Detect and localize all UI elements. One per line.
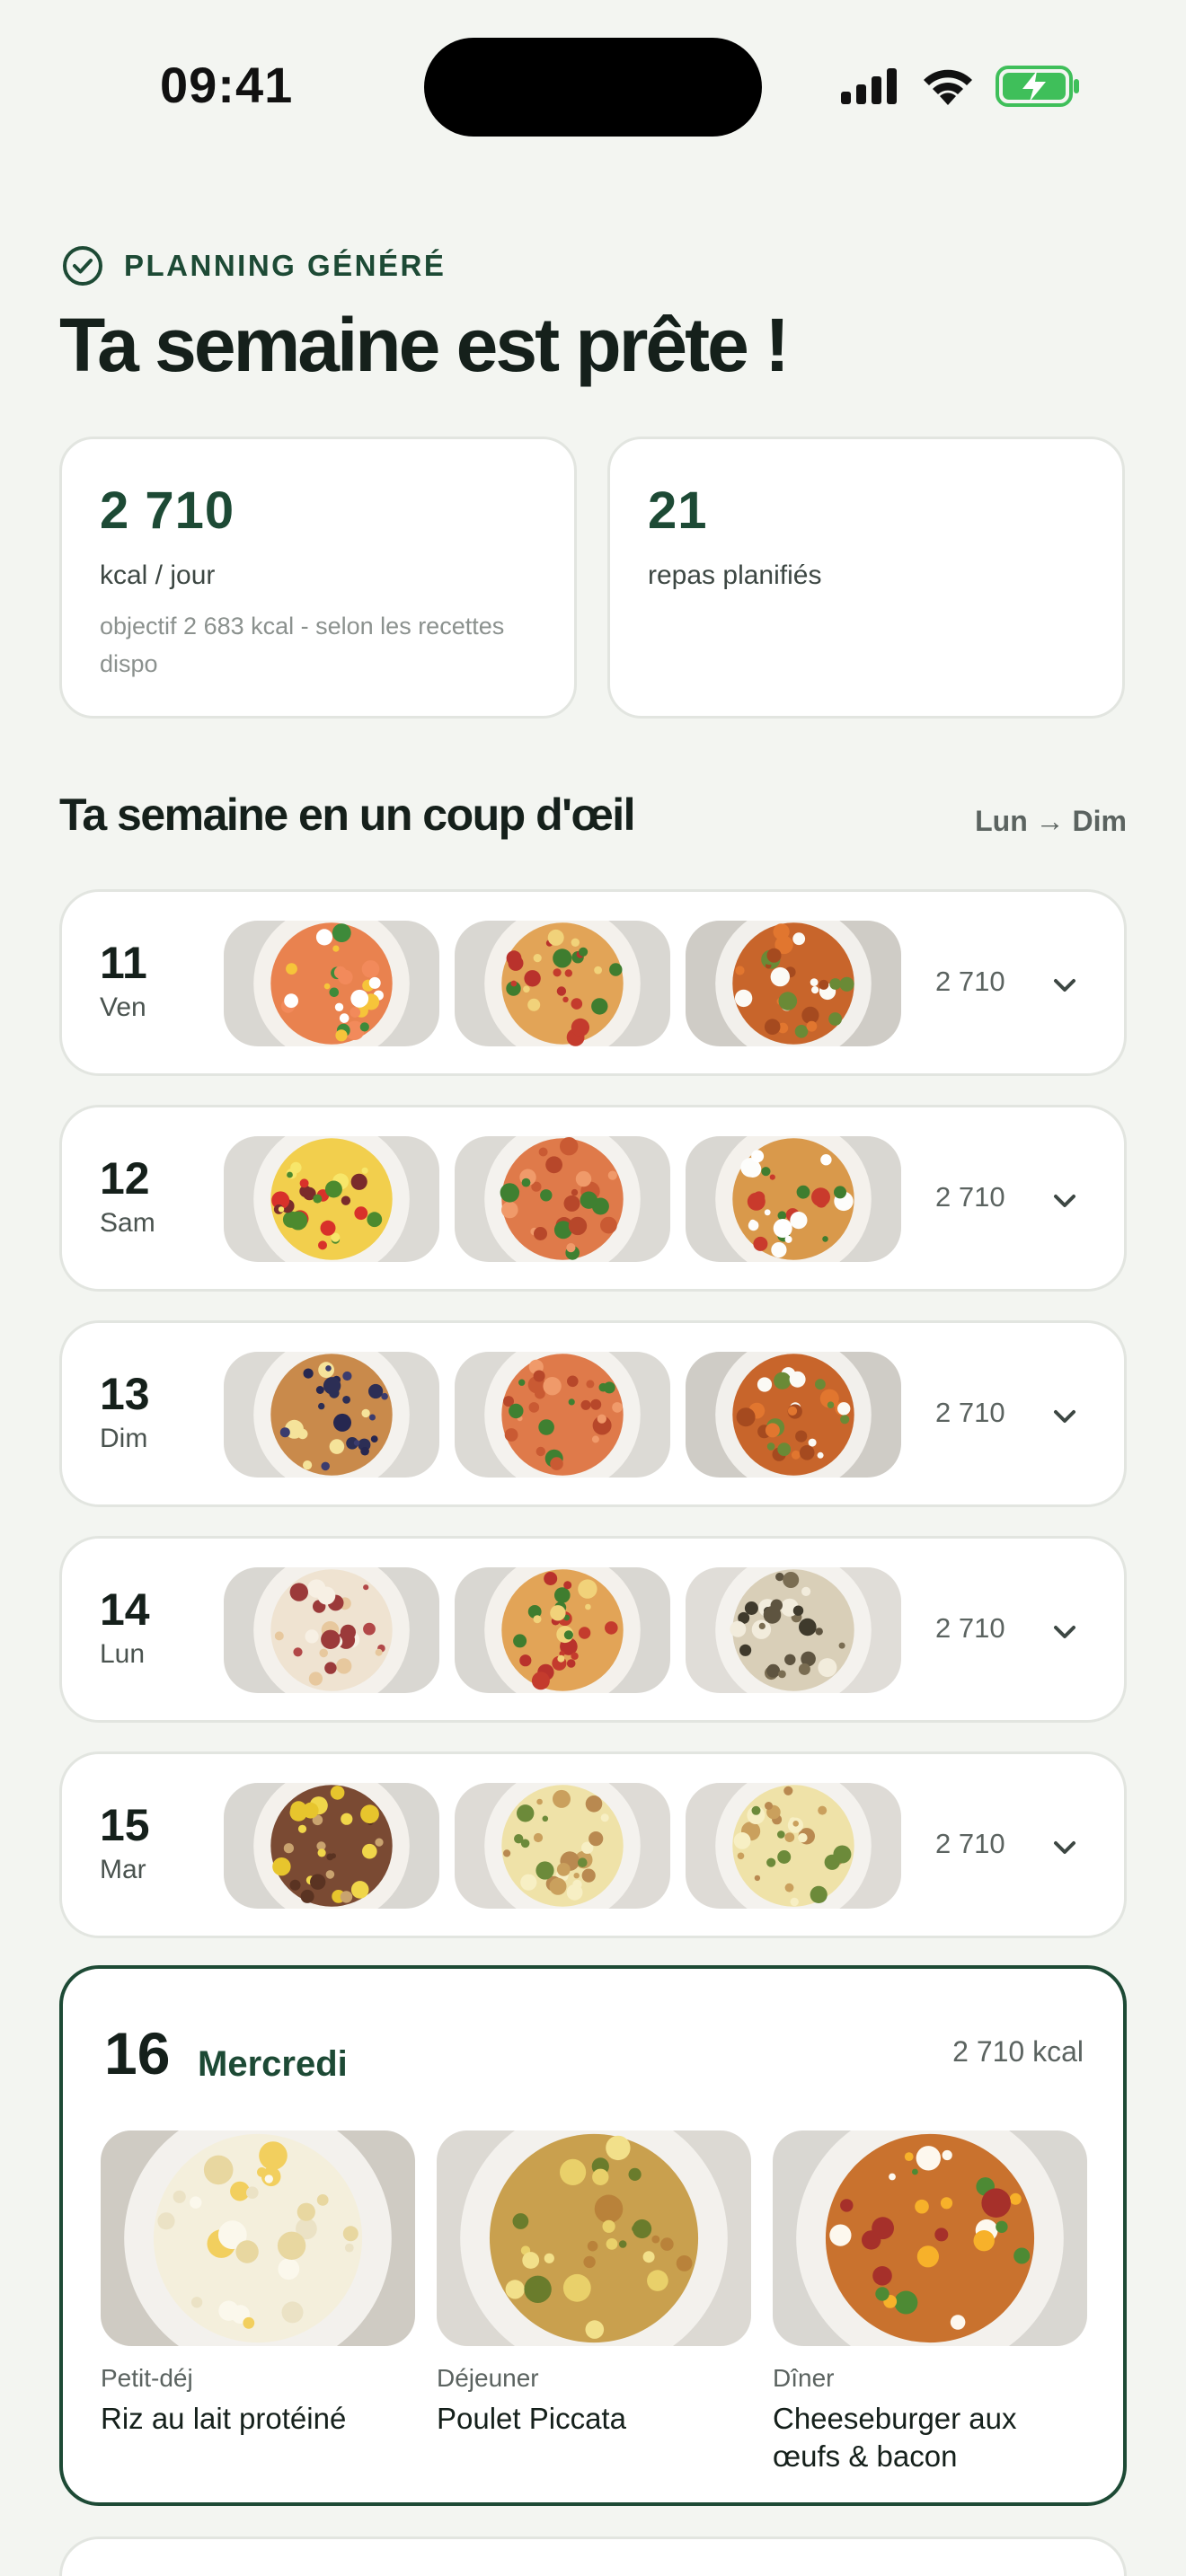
day-row-12[interactable]: 12 Sam 2 710 (59, 1105, 1127, 1292)
meal-title: Cheeseburger aux œufs & bacon (773, 2402, 1017, 2473)
meal-thumbnail (224, 1567, 439, 1693)
page-title: Ta semaine est prête ! (59, 303, 790, 387)
planning-generated-label: PLANNING GÉNÉRÉ (61, 244, 446, 287)
day-kcal: 2 710 (935, 966, 1005, 997)
expanded-day-number: 16 (104, 2020, 171, 2086)
meal-card-breakfast[interactable]: Petit-déj Riz au lait protéiné (101, 2130, 415, 2438)
kcal-value: 2 710 (100, 481, 235, 540)
day-row-11[interactable]: 11 Ven 2 710 (59, 889, 1127, 1076)
status-bar: 09:41 (0, 0, 1186, 162)
day-name: Lun (100, 1639, 146, 1669)
kcal-label: kcal / jour (100, 560, 216, 590)
meal-thumbnail (686, 1783, 901, 1909)
day-name: Ven (100, 992, 146, 1022)
day-number: 15 (100, 1800, 150, 1850)
meal-thumbnail (224, 1783, 439, 1909)
kcal-note: objectif 2 683 kcal - selon les recettes… (100, 613, 505, 677)
meal-title: Poulet Piccata (437, 2402, 626, 2435)
chevron-down-icon[interactable] (1049, 1185, 1081, 1217)
meals-label: repas planifiés (648, 560, 822, 590)
meal-thumbnail (224, 1352, 439, 1478)
meals-value: 21 (648, 481, 708, 540)
chevron-down-icon[interactable] (1049, 1831, 1081, 1864)
dynamic-island (424, 38, 762, 137)
day-row-14[interactable]: 14 Lun 2 710 (59, 1536, 1127, 1723)
meal-thumbnail (686, 1567, 901, 1693)
battery-charging-icon (996, 66, 1079, 107)
signal-icon (841, 68, 897, 104)
meal-thumbnail (686, 921, 901, 1046)
meal-image (101, 2130, 415, 2346)
eyebrow-text: PLANNING GÉNÉRÉ (124, 249, 447, 282)
expanded-day-kcal: 2 710 kcal (952, 2035, 1084, 2068)
wifi-icon (924, 69, 972, 105)
meal-type: Dîner (773, 2364, 835, 2392)
meal-thumbnail (224, 921, 439, 1046)
chevron-down-icon[interactable] (1049, 1400, 1081, 1433)
meal-thumbnail (686, 1136, 901, 1262)
meal-type: Déjeuner (437, 2364, 539, 2392)
meal-thumbnail (455, 1352, 670, 1478)
chevron-down-icon[interactable] (1049, 1616, 1081, 1648)
day-name: Mar (100, 1855, 146, 1884)
meal-card-lunch[interactable]: Déjeuner Poulet Piccata (437, 2130, 751, 2438)
expanded-day-card[interactable]: 16 Mercredi 2 710 kcal Petit-déj Riz au … (59, 1965, 1127, 2506)
expanded-day-name: Mercredi (198, 2044, 348, 2084)
day-number: 12 (100, 1153, 150, 1204)
meals-stat-card: 21 repas planifiés (607, 437, 1125, 719)
meal-thumbnail (455, 1567, 670, 1693)
day-number: 14 (100, 1584, 150, 1635)
meal-thumbnail (455, 921, 670, 1046)
day-number: 13 (100, 1369, 150, 1419)
day-kcal: 2 710 (935, 1828, 1005, 1859)
day-name: Dim (100, 1424, 148, 1453)
week-range: Lun → Dim (975, 805, 1127, 837)
day-kcal: 2 710 (935, 1181, 1005, 1213)
meal-image (773, 2130, 1087, 2346)
status-icons (839, 63, 1082, 110)
meal-thumbnail (455, 1136, 670, 1262)
meal-type: Petit-déj (101, 2364, 193, 2392)
status-time: 09:41 (160, 57, 294, 113)
meal-title: Riz au lait protéiné (101, 2402, 347, 2435)
meal-thumbnail (686, 1352, 901, 1478)
day-row-15[interactable]: 15 Mar 2 710 (59, 1751, 1127, 1938)
day-row-17[interactable] (59, 2536, 1127, 2576)
day-name: Sam (100, 1208, 155, 1238)
kcal-stat-card: 2 710 kcal / jour objectif 2 683 kcal - … (59, 437, 577, 719)
meal-thumbnail (455, 1783, 670, 1909)
meal-image (437, 2130, 751, 2346)
week-section-title: Ta semaine en un coup d'œil (59, 790, 636, 840)
day-row-13[interactable]: 13 Dim 2 710 (59, 1320, 1127, 1507)
meal-thumbnail (224, 1136, 439, 1262)
day-kcal: 2 710 (935, 1397, 1005, 1428)
check-circle-icon (63, 246, 102, 286)
day-kcal: 2 710 (935, 1612, 1005, 1644)
chevron-down-icon[interactable] (1049, 969, 1081, 1001)
meal-card-dinner[interactable]: Dîner Cheeseburger aux œufs & bacon (773, 2130, 1087, 2475)
day-number: 11 (100, 938, 147, 988)
